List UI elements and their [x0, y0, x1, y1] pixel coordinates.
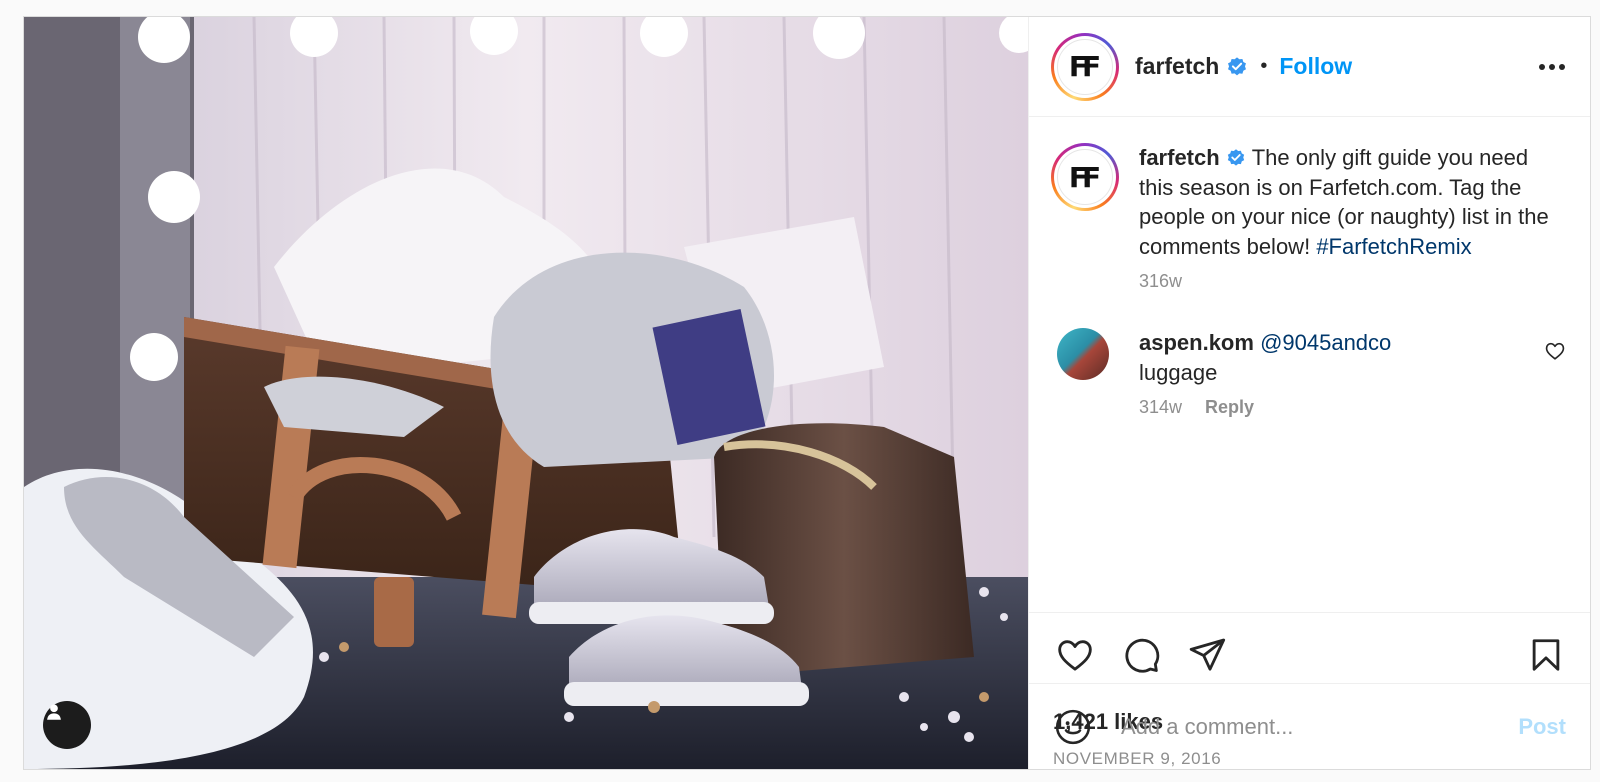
comment-button[interactable]	[1119, 633, 1163, 677]
author-username[interactable]: farfetch	[1135, 53, 1219, 80]
comments-section: FF farfetch The only gift guide you need…	[1029, 117, 1590, 612]
follow-button[interactable]: Follow	[1279, 53, 1352, 80]
verified-badge-icon	[1226, 56, 1248, 78]
verified-badge-icon	[1226, 148, 1246, 168]
heart-outline-icon	[1058, 640, 1092, 671]
caption-age[interactable]: 316w	[1139, 271, 1182, 291]
post-comment-button[interactable]: Post	[1518, 714, 1566, 740]
comment-body: luggage	[1139, 359, 1218, 385]
comment-age[interactable]: 314w	[1139, 397, 1182, 417]
caption-avatar-initials: FF	[1057, 149, 1113, 205]
header-separator: •	[1260, 55, 1268, 77]
comment-input[interactable]	[1121, 713, 1519, 740]
tagged-users-button[interactable]	[43, 701, 91, 749]
comment-mention[interactable]: @9045andco	[1260, 330, 1391, 355]
post-side-panel: FF farfetch • Follow FF farfetch The onl…	[1028, 17, 1590, 769]
comment-text: aspen.kom @9045andco luggage	[1139, 328, 1544, 387]
paper-plane-icon	[1189, 638, 1226, 671]
caption-hashtag[interactable]: #FarfetchRemix	[1316, 234, 1471, 259]
share-button[interactable]	[1185, 633, 1229, 677]
reply-button[interactable]: Reply	[1205, 397, 1254, 417]
bookmark-outline-icon	[1532, 639, 1560, 671]
emoji-button[interactable]	[1053, 707, 1093, 747]
page: FF farfetch • Follow FF farfetch The onl…	[0, 0, 1600, 782]
comment-item: aspen.kom @9045andco luggage 314w Reply	[1051, 328, 1568, 418]
person-icon	[47, 704, 61, 720]
caption-text: farfetch The only gift guide you need th…	[1139, 143, 1568, 261]
post-photo[interactable]	[24, 17, 1028, 769]
caption: FF farfetch The only gift guide you need…	[1051, 143, 1568, 292]
comment-bubble-icon	[1125, 638, 1160, 673]
post-header: FF farfetch • Follow	[1029, 17, 1590, 117]
add-comment-bar: Post	[1029, 683, 1590, 769]
save-button[interactable]	[1524, 633, 1568, 677]
author-avatar[interactable]: FF	[1051, 32, 1119, 101]
like-button[interactable]	[1053, 633, 1097, 677]
commenter-avatar[interactable]	[1057, 328, 1109, 380]
like-comment-button[interactable]	[1544, 340, 1568, 364]
caption-author-avatar[interactable]: FF	[1051, 143, 1119, 211]
post-image	[24, 17, 1028, 769]
heart-outline-icon	[1545, 342, 1565, 360]
more-options-button[interactable]	[1532, 47, 1572, 87]
emoji-smile-icon	[1055, 709, 1091, 744]
comment-username[interactable]: aspen.kom	[1139, 330, 1254, 355]
caption-username[interactable]: farfetch	[1139, 145, 1220, 170]
more-horizontal-icon	[1539, 63, 1565, 70]
post-modal: FF farfetch • Follow FF farfetch The onl…	[23, 16, 1591, 770]
author-avatar-initials: FF	[1057, 38, 1113, 95]
